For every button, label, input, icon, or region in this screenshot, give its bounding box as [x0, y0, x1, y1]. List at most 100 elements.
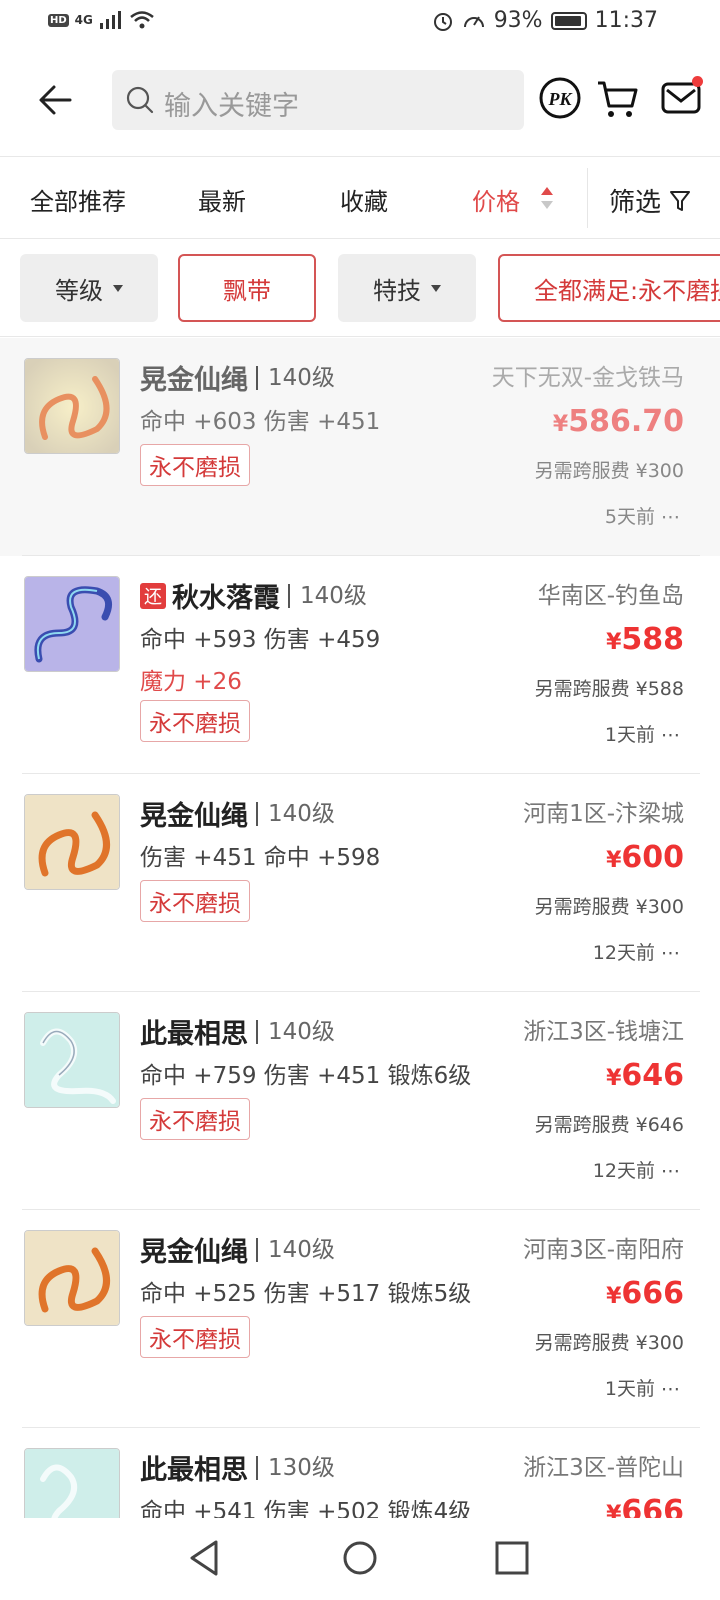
item-name: 晃金仙绳	[140, 801, 248, 832]
item-time[interactable]: 12天前 ⋯	[593, 938, 680, 965]
currency-symbol: ¥	[606, 630, 622, 655]
chip-bar: 等级 飘带 特技 全都满足:永不磨损	[0, 254, 720, 324]
item-stats: 命中 +541 伤害 +502 锻炼4级	[140, 1499, 472, 1518]
cart-icon[interactable]	[596, 78, 640, 120]
divider	[0, 238, 720, 239]
currency-symbol: ¥	[552, 412, 569, 437]
item-server: 浙江3区-钱塘江	[523, 1019, 684, 1045]
list-item[interactable]: 晃金仙绳 140级 命中 +525 伤害 +517 锻炼5级 永不磨损 河南3区…	[0, 1210, 720, 1428]
battery-percent: 93%	[493, 8, 543, 33]
item-price: ¥588	[606, 622, 684, 657]
rope-image	[25, 1449, 119, 1518]
battery-icon	[550, 11, 587, 30]
item-name: 此最相思	[140, 1019, 248, 1050]
list-item[interactable]: 此最相思 130级 命中 +541 伤害 +502 锻炼4级 浙江3区-普陀山 …	[0, 1428, 720, 1518]
system-nav-bar	[0, 1518, 720, 1600]
item-server: 浙江3区-普陀山	[523, 1455, 684, 1481]
list-item[interactable]: 晃金仙绳 140级 命中 +603 伤害 +451 永不磨损 天下无双-金戈铁马…	[0, 338, 720, 556]
network-type: 4G	[74, 13, 93, 27]
alarm-icon	[433, 12, 452, 31]
item-stats: 命中 +525 伤害 +517 锻炼5级	[140, 1281, 472, 1307]
item-server: 河南1区-汴梁城	[523, 801, 684, 827]
cross-server-fee: 另需跨服费 ¥300	[534, 896, 684, 918]
rope-image	[25, 359, 119, 453]
item-time[interactable]: 12天前 ⋯	[593, 1156, 680, 1183]
tag-badge: 永不磨损	[140, 700, 250, 742]
item-level: 140级	[288, 583, 367, 608]
chip-skill[interactable]: 特技	[338, 254, 476, 322]
item-price: ¥666	[606, 1494, 684, 1518]
hd-icon: HD	[48, 13, 69, 27]
item-title: 还 秋水落霞 140级	[140, 576, 367, 615]
home-circle-icon[interactable]	[338, 1536, 382, 1580]
tab-favorites[interactable]: 收藏	[340, 182, 388, 217]
list-item[interactable]: 晃金仙绳 140级 伤害 +451 命中 +598 永不磨损 河南1区-汴梁城 …	[0, 774, 720, 992]
item-thumbnail	[24, 576, 120, 672]
item-thumbnail	[24, 358, 120, 454]
price-value: 600	[621, 840, 684, 875]
back-triangle-icon[interactable]	[184, 1536, 228, 1580]
item-extra-stat: 魔力 +26	[140, 669, 242, 695]
item-thumbnail	[24, 794, 120, 890]
item-level: 130级	[256, 1455, 335, 1480]
price-value: 666	[621, 1494, 684, 1518]
cross-server-fee: 另需跨服费 ¥646	[534, 1114, 684, 1136]
item-thumbnail	[24, 1448, 120, 1518]
recent-square-icon[interactable]	[490, 1536, 534, 1580]
chip-level[interactable]: 等级	[20, 254, 158, 322]
item-price: ¥646	[606, 1058, 684, 1093]
currency-symbol: ¥	[606, 848, 622, 873]
tab-newest[interactable]: 最新	[198, 182, 246, 217]
chip-ribbon[interactable]: 飘带	[178, 254, 316, 322]
search-placeholder: 输入关键字	[164, 91, 299, 122]
return-badge: 还	[140, 582, 166, 609]
divider	[0, 336, 720, 337]
rope-image	[25, 577, 119, 671]
filter-button[interactable]: 筛选	[609, 182, 691, 219]
status-left: HD 4G	[48, 10, 155, 30]
tab-all-recommended[interactable]: 全部推荐	[30, 182, 126, 217]
sort-bar: 全部推荐 最新 收藏 价格 筛选	[0, 160, 720, 238]
search-input[interactable]: 输入关键字	[112, 70, 524, 130]
item-price: ¥586.70	[553, 404, 684, 439]
rope-image	[25, 1231, 119, 1325]
item-level: 140级	[256, 1019, 335, 1044]
currency-symbol: ¥	[606, 1066, 622, 1091]
item-price: ¥666	[606, 1276, 684, 1311]
item-level: 140级	[256, 801, 335, 826]
item-title: 此最相思 140级	[140, 1012, 335, 1051]
item-server: 天下无双-金戈铁马	[491, 365, 684, 391]
chip-label: 飘带	[223, 276, 271, 305]
tag-badge: 永不磨损	[140, 1316, 250, 1358]
item-title: 此最相思 130级	[140, 1448, 335, 1487]
chip-all-satisfy[interactable]: 全都满足:永不磨损	[498, 254, 720, 322]
pk-icon[interactable]: PK	[538, 76, 582, 120]
item-time[interactable]: 1天前 ⋯	[605, 720, 680, 747]
list-item[interactable]: 此最相思 140级 命中 +759 伤害 +451 锻炼6级 永不磨损 浙江3区…	[0, 992, 720, 1210]
chip-label: 全都满足:永不磨损	[534, 276, 720, 305]
item-time[interactable]: 1天前 ⋯	[605, 1374, 680, 1401]
arrow-left-icon[interactable]	[36, 80, 76, 120]
tag-badge: 永不磨损	[140, 880, 250, 922]
wifi-icon	[130, 11, 154, 29]
item-name: 晃金仙绳	[140, 1237, 248, 1268]
search-icon	[126, 86, 154, 114]
caret-down-icon	[113, 284, 123, 292]
sort-separator	[587, 168, 588, 228]
price-value: 646	[621, 1058, 684, 1093]
item-stats: 命中 +593 伤害 +459	[140, 627, 381, 653]
item-stats: 命中 +603 伤害 +451	[140, 409, 381, 435]
chip-label: 特技	[373, 276, 421, 305]
item-list: 晃金仙绳 140级 命中 +603 伤害 +451 永不磨损 天下无双-金戈铁马…	[0, 338, 720, 1518]
tab-price[interactable]: 价格	[472, 182, 520, 217]
chip-label: 等级	[55, 276, 103, 305]
item-level: 140级	[256, 365, 335, 390]
price-value: 586.70	[568, 404, 684, 439]
status-bar: HD 4G 93% 11:37	[0, 0, 720, 44]
list-item[interactable]: 还 秋水落霞 140级 命中 +593 伤害 +459 魔力 +26 永不磨损 …	[0, 556, 720, 774]
item-level: 140级	[256, 1237, 335, 1262]
cross-server-fee: 另需跨服费 ¥588	[534, 678, 684, 700]
speed-icon	[463, 15, 484, 27]
item-time[interactable]: 5天前 ⋯	[605, 502, 680, 529]
item-stats: 伤害 +451 命中 +598	[140, 845, 381, 871]
